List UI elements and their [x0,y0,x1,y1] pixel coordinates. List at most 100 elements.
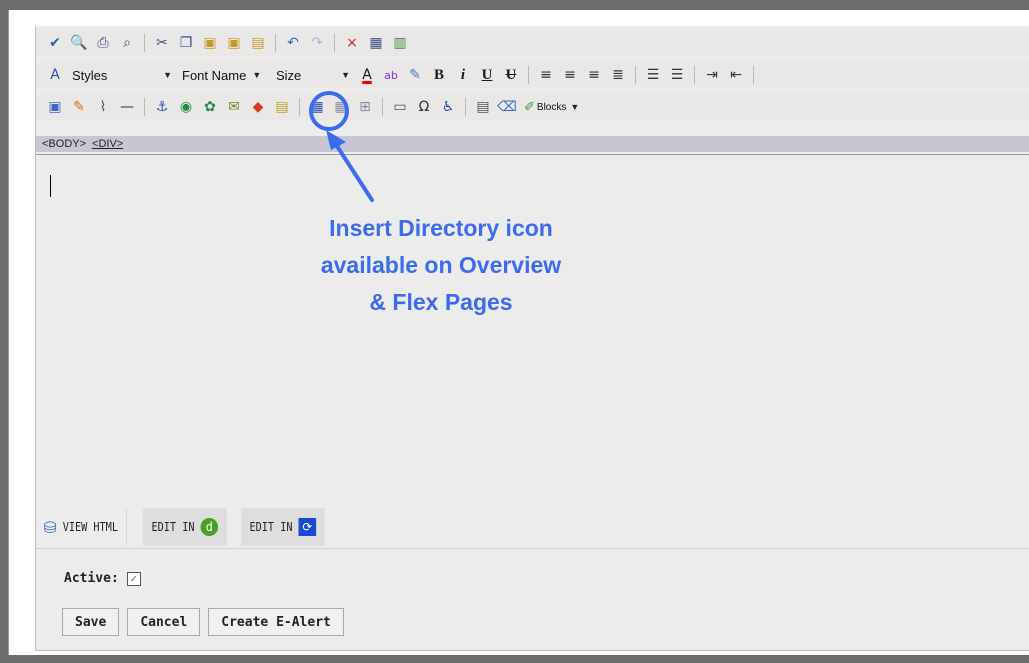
insert-image-icon[interactable]: ▣ [44,96,66,118]
annotation-callout: Insert Directory icon available on Overv… [236,210,646,321]
print-icon[interactable]: ⎙ [92,32,114,54]
annotation-line-2: available on Overview [320,252,562,278]
select-all-icon[interactable]: ▦ [365,32,387,54]
insert-document-icon[interactable]: ✉ [223,96,245,118]
active-field: Active: ✓ [64,571,141,586]
toolbar-separator [299,98,300,116]
form-buttons: Save Cancel Create E-Alert [62,608,344,636]
tab-edit-in-other[interactable]: EDIT IN ⟳ [241,508,324,546]
insert-directory-icon[interactable]: ▤ [271,96,293,118]
blocks-dropdown[interactable]: ✐ Blocks ▼ [520,97,583,117]
underline-button[interactable]: U [476,64,498,86]
font-color-icon[interactable]: A [356,64,378,86]
template-icon[interactable]: ▤ [472,96,494,118]
toolbar-separator [465,98,466,116]
toolbar-separator [334,34,335,52]
blocks-label: Blocks [536,101,567,113]
table-cells-icon[interactable]: ⊞ [354,96,376,118]
table-edit-icon[interactable]: ▦ [330,96,352,118]
find-icon[interactable]: ⌕ [116,32,138,54]
toolbar-row-1: ✔ 🔍 ⎙ ⌕ ✂ ❐ ▣ ▣ ▤ ↶ ↷ × ▦ ▥ [36,30,1029,56]
copy-icon[interactable]: ❐ [175,32,197,54]
align-right-icon[interactable]: ≡ [583,64,605,86]
tab-view-html[interactable]: ⛁ VIEW HTML [36,508,128,546]
insert-media-icon[interactable]: ✿ [199,96,221,118]
ordered-list-icon[interactable]: ☰ [642,64,664,86]
cut-icon[interactable]: ✂ [151,32,173,54]
insert-table-icon[interactable]: ▦ [306,96,328,118]
italic-button[interactable]: i [452,64,474,86]
styles-dropdown[interactable]: Styles ▼ [68,65,176,85]
paste-word-icon[interactable]: ▣ [223,32,245,54]
attachment-icon[interactable]: ⌇ [92,96,114,118]
chevron-down-icon: ▼ [163,70,172,80]
tab-divider [36,548,1029,549]
save-button[interactable]: Save [62,608,120,636]
accessibility-icon[interactable]: ♿ [437,96,459,118]
format-painter-icon[interactable]: ✎ [404,64,426,86]
toolbar-separator [382,98,383,116]
highlight-color-icon[interactable]: ab [380,64,402,86]
style-icon[interactable]: A [44,64,66,86]
toolbar-separator [528,66,529,84]
annotation-line-3: & Flex Pages [369,289,513,315]
image-edit-icon[interactable]: ✎ [68,96,90,118]
redo-icon[interactable]: ↷ [306,32,328,54]
blocks-icon: ✐ [524,99,535,114]
insert-flash-icon[interactable]: ◆ [247,96,269,118]
page-frame: ✔ 🔍 ⎙ ⌕ ✂ ❐ ▣ ▣ ▤ ↶ ↷ × ▦ ▥ A Styles ▼ F… [8,10,1029,655]
unordered-list-icon[interactable]: ☰ [666,64,688,86]
chevron-down-icon: ▼ [341,70,350,80]
tab-edit-in-dreamweaver[interactable]: EDIT IN d [143,508,227,546]
toolbar-separator [144,34,145,52]
editing-area[interactable]: Insert Directory icon available on Overv… [36,154,1029,507]
size-dropdown[interactable]: Size ▼ [272,65,354,85]
create-ealert-button[interactable]: Create E-Alert [208,608,344,636]
dom-path-bar: <BODY> <DIV> [36,136,1029,152]
hyperlink-icon[interactable]: ⚓ [151,96,173,118]
special-character-icon[interactable]: Ω [413,96,435,118]
toolbar-separator [275,34,276,52]
font-name-dropdown[interactable]: Font Name ▼ [178,65,270,85]
mode-tabs: ⛁ VIEW HTML EDIT IN d EDIT IN ⟳ [36,508,339,546]
horizontal-rule-icon[interactable]: — [116,96,138,118]
active-checkbox[interactable]: ✓ [126,571,141,586]
toolbar-separator [753,66,754,84]
insert-form-icon[interactable]: ▭ [389,96,411,118]
path-body-tag[interactable]: <BODY> [42,138,86,150]
align-left-icon[interactable]: ≡ [535,64,557,86]
indent-icon[interactable]: ⇥ [701,64,723,86]
toolbar-separator [635,66,636,84]
toolbar-row-3: ▣ ✎ ⌇ — ⚓ ◉ ✿ ✉ ◆ ▤ ▦ ▦ ⊞ ▭ Ω ♿ ▤ ⌫ ✐ Bl… [36,94,1029,120]
external-editor-icon: ⟳ [298,518,316,536]
align-justify-icon[interactable]: ≣ [607,64,629,86]
toolbar-separator [144,98,145,116]
paste-text-icon[interactable]: ▤ [247,32,269,54]
paste-icon[interactable]: ▣ [199,32,221,54]
size-label: Size [276,67,302,83]
eraser-icon[interactable]: ⌫ [496,96,518,118]
html-view-icon: ⛁ [43,517,57,537]
annotation-line-1: Insert Directory icon [329,215,553,241]
preview-zoom-icon[interactable]: 🔍 [68,32,90,54]
checkmark-icon: ✓ [130,572,138,585]
font-name-label: Font Name [182,67,247,83]
dreamweaver-icon: d [200,518,219,536]
insert-link-icon[interactable]: ◉ [175,96,197,118]
delete-icon[interactable]: × [341,32,363,54]
cancel-button[interactable]: Cancel [127,608,201,636]
align-center-icon[interactable]: ≡ [559,64,581,86]
tab-edit-in-label: EDIT IN [151,520,195,534]
spellcheck-icon[interactable]: ✔ [44,32,66,54]
strikethrough-button[interactable]: U [500,64,522,86]
bold-button[interactable]: B [428,64,450,86]
chevron-down-icon: ▼ [252,70,262,80]
undo-icon[interactable]: ↶ [282,32,304,54]
presentation-icon[interactable]: ▥ [389,32,411,54]
tab-edit-in-label: EDIT IN [249,520,293,534]
outdent-icon[interactable]: ⇤ [725,64,747,86]
toolbar-separator [694,66,695,84]
path-div-tag[interactable]: <DIV> [92,138,123,150]
text-caret [50,175,51,197]
chevron-down-icon: ▼ [570,102,580,112]
